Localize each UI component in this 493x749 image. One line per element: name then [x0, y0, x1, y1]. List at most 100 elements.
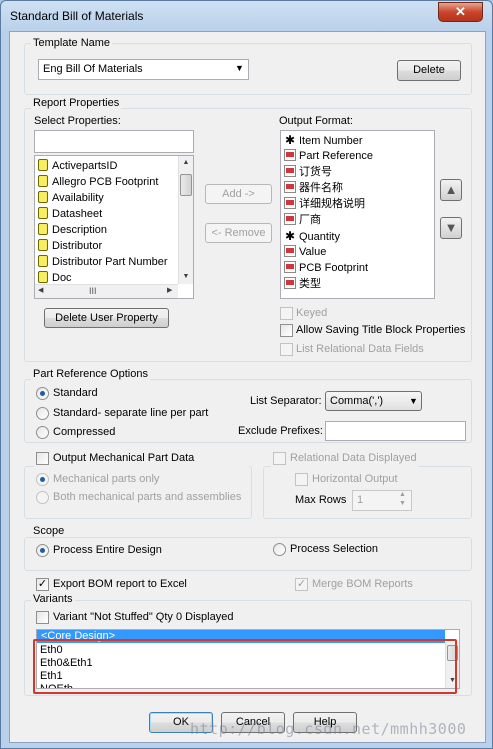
properties-list[interactable]: ActivepartsID Allegro PCB Footprint Availa…: [34, 155, 194, 299]
output-format-item[interactable]: Part Reference: [284, 148, 373, 164]
document-icon: [38, 271, 48, 283]
property-icon: [284, 277, 296, 289]
list-separator-dropdown[interactable]: Comma(',') ▼: [325, 391, 422, 411]
keyed-checkbox[interactable]: [280, 307, 293, 320]
output-format-item-label: Part Reference: [299, 150, 373, 162]
property-search-input[interactable]: [34, 130, 194, 153]
property-item[interactable]: Allegro PCB Footprint: [38, 174, 158, 190]
scope-label: Scope: [31, 525, 67, 537]
radio-compressed[interactable]: [36, 426, 49, 439]
radio-entire-design[interactable]: [36, 544, 49, 557]
output-format-item-label: 厂商: [299, 214, 321, 226]
output-format-item[interactable]: ✱ Quantity: [284, 228, 340, 244]
export-excel-checkbox[interactable]: ✓: [36, 578, 49, 591]
list-separator-label: List Separator:: [250, 395, 322, 407]
allow-saving-label: Allow Saving Title Block Properties: [296, 324, 466, 336]
relational-checkbox[interactable]: [273, 452, 286, 465]
allow-saving-checkbox[interactable]: [280, 324, 293, 337]
relational-header: Relational Data Displayed: [271, 451, 419, 467]
delete-user-property-button[interactable]: Delete User Property: [44, 308, 169, 328]
output-format-list[interactable]: ✱ Item Number Part Reference 订货号 器件名称 详细规格说明厂…: [280, 130, 435, 299]
mechanical-checkbox[interactable]: [36, 452, 49, 465]
scroll-right-icon[interactable]: ▶: [167, 286, 172, 294]
scroll-thumb[interactable]: [180, 174, 192, 196]
property-item[interactable]: Availability: [38, 190, 104, 206]
property-item-label: Distributor: [52, 240, 103, 252]
radio-mechanical-only[interactable]: [36, 473, 49, 486]
dialog-body: Template Name Eng Bill Of Materials ▼ De…: [9, 31, 486, 743]
scroll-left-icon[interactable]: ◀: [38, 286, 43, 294]
merge-bom-checkbox[interactable]: ✓: [295, 578, 308, 591]
max-rows-value: 1: [357, 494, 364, 506]
arrow-up-icon: ▲: [444, 182, 458, 197]
property-icon: [38, 159, 48, 171]
output-format-item-label: Item Number: [299, 135, 363, 147]
radio-process-selection[interactable]: [273, 543, 286, 556]
move-up-button[interactable]: ▲: [440, 179, 462, 201]
properties-vscrollbar[interactable]: ▲ ▼: [178, 156, 193, 284]
output-format-item[interactable]: ✱ Item Number: [284, 132, 363, 148]
property-item[interactable]: ActivepartsID: [38, 158, 117, 174]
remove-button[interactable]: <- Remove: [205, 223, 272, 243]
output-format-item[interactable]: PCB Footprint: [284, 260, 368, 276]
close-button[interactable]: ✕: [438, 2, 483, 22]
part-reference-label: Part Reference Options: [31, 368, 150, 380]
scroll-down-icon[interactable]: ▼: [179, 270, 193, 284]
property-item[interactable]: Description: [38, 222, 107, 238]
property-item[interactable]: Datasheet: [38, 206, 102, 222]
stepper-up-icon[interactable]: ▲: [399, 491, 406, 498]
add-button[interactable]: Add ->: [205, 184, 272, 204]
scroll-up-icon[interactable]: ▲: [179, 156, 193, 170]
asterisk-icon: ✱: [284, 229, 296, 243]
list-separator-value: Comma(','): [330, 395, 384, 407]
output-format-item[interactable]: 厂商: [284, 212, 321, 228]
output-format-item-label: Value: [299, 246, 327, 258]
hscroll-thumb[interactable]: III: [89, 286, 97, 296]
output-format-item-label: 详细规格说明: [299, 198, 365, 210]
template-name-dropdown[interactable]: Eng Bill Of Materials ▼: [38, 59, 249, 80]
property-icon: [284, 165, 296, 177]
radio-mechanical-assemblies[interactable]: [36, 491, 49, 504]
max-rows-label: Max Rows: [295, 494, 347, 506]
property-icon: [38, 223, 48, 235]
not-stuffed-checkbox[interactable]: [36, 611, 49, 624]
max-rows-stepper[interactable]: 1 ▲ ▼: [352, 490, 412, 511]
not-stuffed-label: Variant "Not Stuffed" Qty 0 Displayed: [53, 611, 234, 623]
window-title: Standard Bill of Materials: [10, 9, 144, 23]
radio-mechanical-only-label: Mechanical parts only: [53, 473, 160, 485]
property-item[interactable]: Distributor: [38, 238, 102, 254]
stepper-down-icon[interactable]: ▼: [399, 500, 406, 507]
property-icon: [284, 197, 296, 209]
chevron-down-icon: ▼: [409, 396, 418, 406]
property-icon: [284, 213, 296, 225]
property-item-label: Allegro PCB Footprint: [52, 176, 159, 188]
output-format-item[interactable]: Value: [284, 244, 326, 260]
delete-template-button[interactable]: Delete: [397, 60, 461, 81]
horizontal-output-checkbox[interactable]: [295, 473, 308, 486]
property-item[interactable]: Distributor Part Number: [38, 254, 168, 270]
list-relational-label: List Relational Data Fields: [296, 343, 424, 355]
output-format-item[interactable]: 器件名称: [284, 180, 343, 196]
radio-process-selection-label: Process Selection: [290, 543, 379, 555]
property-item-label: Description: [52, 224, 108, 236]
radio-compressed-label: Compressed: [53, 426, 116, 438]
radio-standard[interactable]: [36, 387, 49, 400]
property-item-label: Availability: [52, 192, 104, 204]
property-item-label: Datasheet: [52, 208, 103, 220]
properties-hscrollbar[interactable]: ◀ III ▶: [35, 284, 178, 298]
keyed-label: Keyed: [296, 307, 328, 319]
asterisk-icon: ✱: [284, 133, 296, 147]
exclude-prefixes-input[interactable]: [325, 421, 466, 441]
output-format-item[interactable]: 类型: [284, 276, 321, 292]
radio-separate-line[interactable]: [36, 407, 49, 420]
property-icon: [38, 191, 48, 203]
output-format-item-label: 器件名称: [299, 182, 343, 194]
move-down-button[interactable]: ▼: [440, 217, 462, 239]
list-relational-checkbox[interactable]: [280, 343, 293, 356]
export-excel-label: Export BOM report to Excel: [53, 578, 187, 590]
exclude-prefixes-label: Exclude Prefixes:: [238, 425, 323, 437]
watermark-text: http://blog.csdn.net/mmhh3000: [190, 720, 467, 738]
output-format-item[interactable]: 订货号: [284, 164, 332, 180]
output-format-item[interactable]: 详细规格说明: [284, 196, 365, 212]
property-icon: [38, 239, 48, 251]
